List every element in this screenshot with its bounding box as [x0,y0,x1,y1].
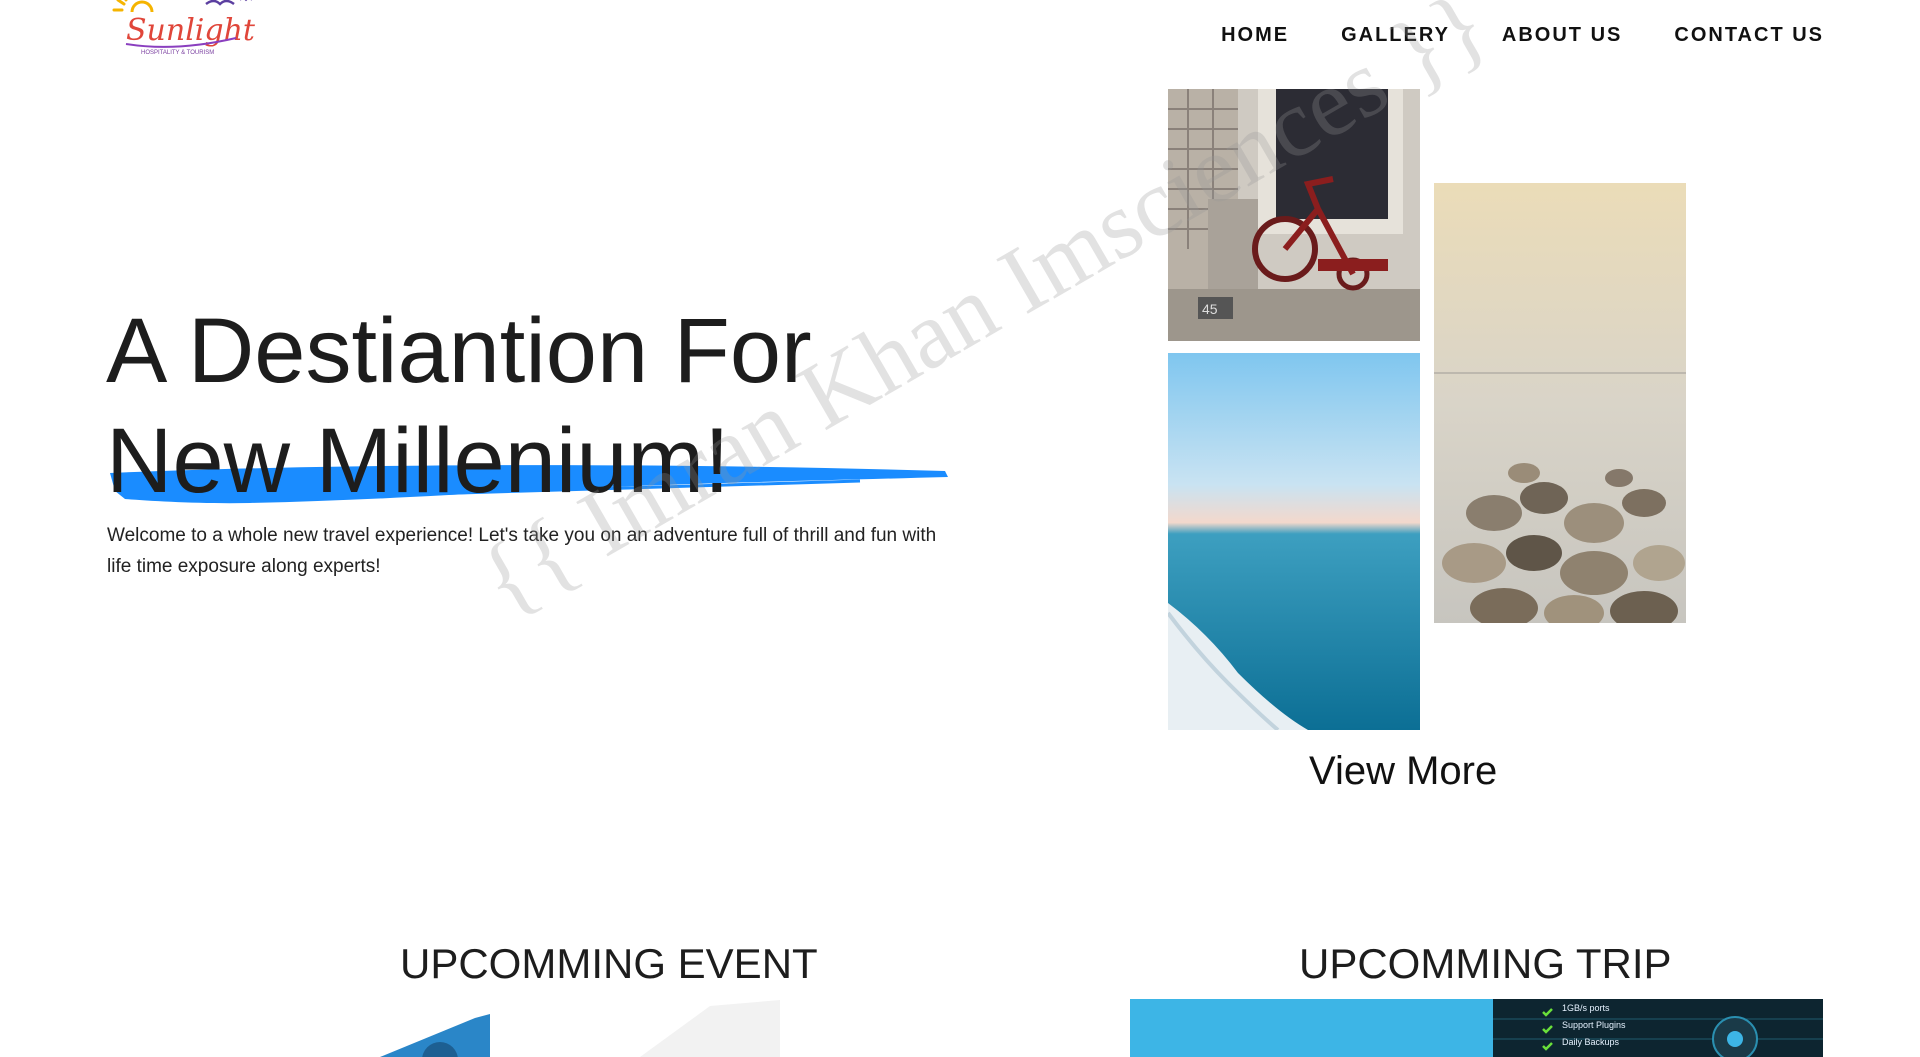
hero-title: A Destiantion For New Millenium! [106,296,812,516]
sunlight-logo-icon: Sunlight HOSPITALITY & TOURISM [112,0,256,56]
logo-text: Sunlight [126,13,256,48]
logo-subtext: HOSPITALITY & TOURISM [141,50,214,56]
rocks-photo[interactable] [1434,183,1686,623]
hero-title-line2: New Millenium! [106,410,730,512]
trip-feature-item: 1GB/s ports [1562,1003,1610,1013]
upcoming-event-title: UPCOMMING EVENT [400,940,818,987]
brand-logo[interactable]: Sunlight HOSPITALITY & TOURISM [96,0,256,70]
nav-home[interactable]: HOME [1221,24,1289,47]
upcoming-trip-title: UPCOMMING TRIP [1299,940,1672,987]
tricycle-photo[interactable]: 45 [1168,89,1420,341]
view-more-link[interactable]: View More [1309,749,1497,794]
main-nav: HOME GALLERY ABOUT US CONTACT US [1221,24,1824,47]
svg-text:45: 45 [1202,301,1218,317]
event-preview-image[interactable] [380,1000,780,1057]
trip-feature-item: Support Plugins [1562,1020,1626,1030]
hero-description: Welcome to a whole new travel experience… [107,525,937,577]
ocean-photo[interactable] [1168,353,1420,730]
nav-about-us[interactable]: ABOUT US [1502,24,1622,47]
trip-preview-image[interactable]: 1GB/s ports Support Plugins Daily Backup… [1130,999,1823,1057]
page: Sunlight HOSPITALITY & TOURISM HOME GALL… [0,0,1920,1057]
hero-title-line1: A Destiantion For [106,300,812,402]
nav-gallery[interactable]: GALLERY [1341,24,1450,47]
trip-feature-item: Daily Backups [1562,1037,1620,1047]
nav-contact-us[interactable]: CONTACT US [1674,24,1824,47]
